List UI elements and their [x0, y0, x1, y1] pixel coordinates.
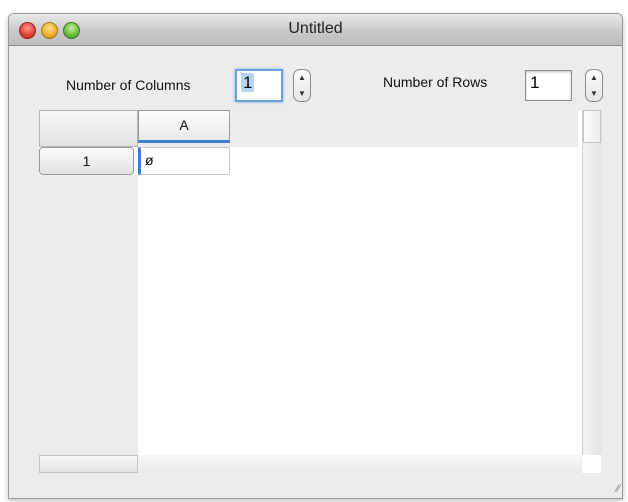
row-header-scrollbar[interactable] [39, 455, 138, 473]
spreadsheet-grid[interactable]: A 1 ø [39, 110, 602, 473]
columns-increment-icon[interactable]: ▲ [294, 70, 310, 86]
window: Untitled Number of Columns 1 ▲ ▼ Number … [8, 13, 623, 499]
rows-stepper[interactable]: ▲ ▼ [585, 69, 603, 102]
corner-header[interactable] [39, 110, 138, 147]
vertical-scrollbar[interactable] [582, 110, 602, 455]
rows-label: Number of Rows [383, 74, 488, 90]
cell-a1[interactable]: ø [138, 147, 230, 175]
window-title: Untitled [288, 20, 343, 37]
columns-value: 1 [241, 73, 255, 92]
row-header-gutter [39, 175, 138, 473]
rows-increment-icon[interactable]: ▲ [586, 70, 602, 86]
columns-stepper[interactable]: ▲ ▼ [293, 69, 311, 102]
columns-field[interactable]: 1 [235, 69, 283, 102]
horizontal-scrollbar[interactable] [138, 455, 582, 473]
rows-field[interactable]: 1 [525, 70, 572, 101]
row-header-1[interactable]: 1 [39, 147, 134, 175]
title-bar[interactable]: Untitled [9, 14, 622, 46]
rows-decrement-icon[interactable]: ▼ [586, 86, 602, 102]
columns-decrement-icon[interactable]: ▼ [294, 86, 310, 102]
vertical-scrollbar-header[interactable] [583, 110, 601, 143]
columns-label: Number of Columns [66, 77, 191, 93]
rows-value: 1 [530, 73, 540, 92]
resize-grip-icon[interactable]: ⁄⁄ [606, 482, 620, 496]
column-header-a[interactable]: A [138, 110, 230, 143]
